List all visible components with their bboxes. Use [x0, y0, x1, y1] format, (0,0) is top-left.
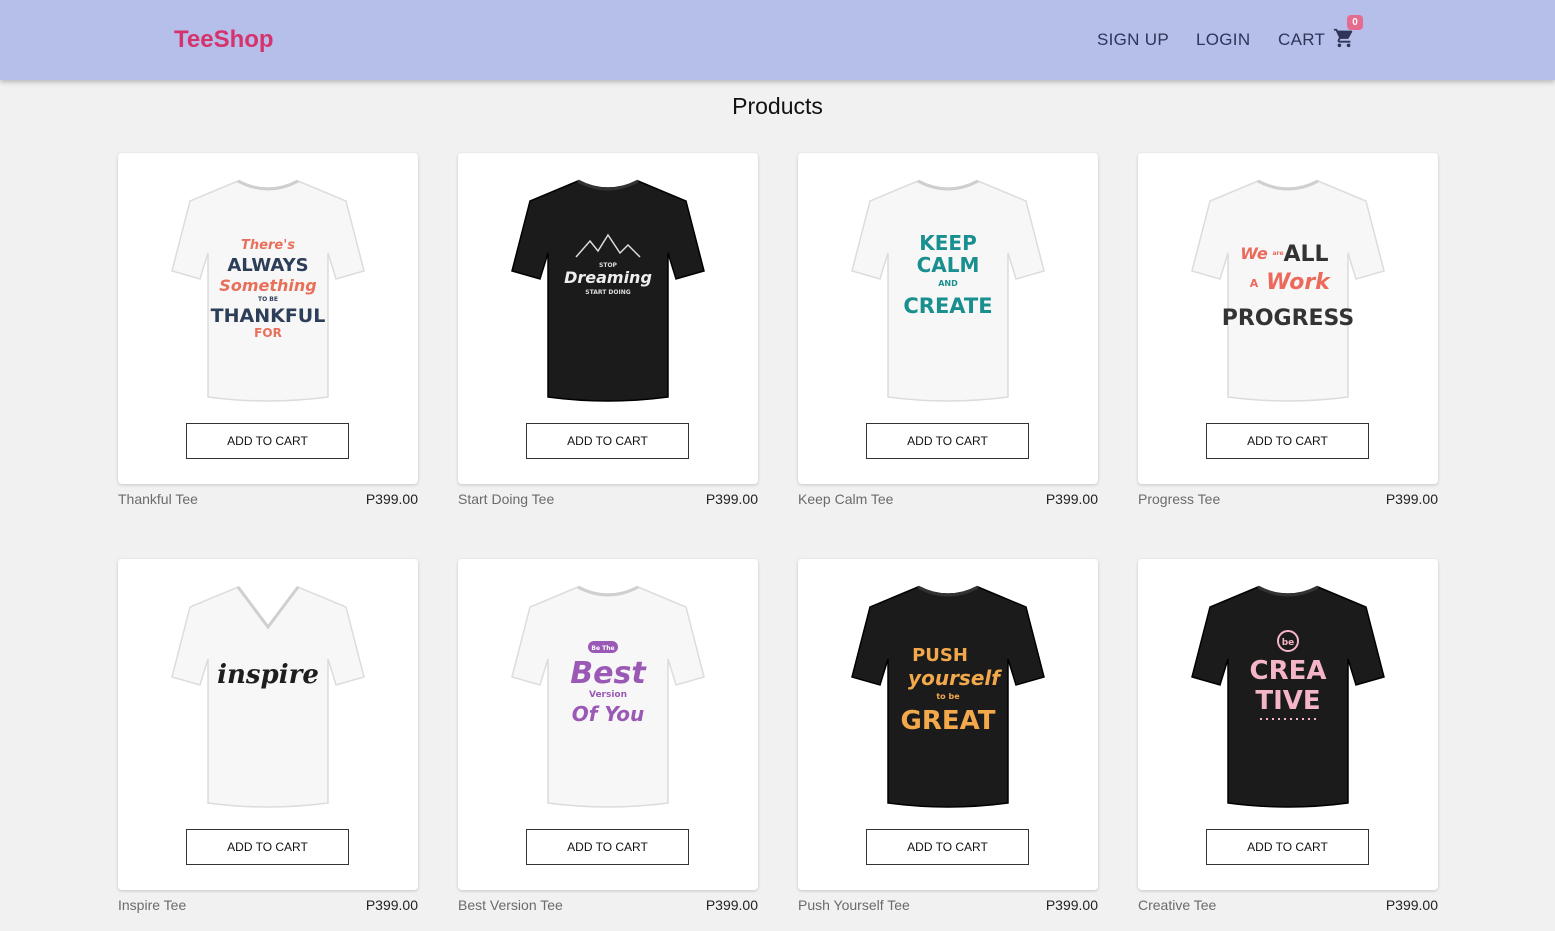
- add-to-cart-button[interactable]: ADD TO CART: [866, 829, 1029, 865]
- product-card: be CREA TIVE ADD TO CART: [1138, 559, 1438, 890]
- product-card: Be The Best Version Of You ADD TO CART: [458, 559, 758, 890]
- print-line: AND: [938, 279, 958, 288]
- print-line: TO BE: [258, 296, 278, 303]
- product-name[interactable]: Push Yourself Tee: [798, 897, 910, 913]
- print-line: Best: [570, 656, 647, 691]
- signup-link[interactable]: SIGN UP: [1097, 30, 1169, 50]
- add-to-cart-button[interactable]: ADD TO CART: [186, 829, 349, 865]
- cart-count-badge: 0: [1347, 15, 1363, 30]
- product-name[interactable]: Start Doing Tee: [458, 491, 554, 507]
- login-link[interactable]: LOGIN: [1196, 30, 1250, 50]
- print-line: START DOING: [585, 289, 630, 296]
- product-price: P399.00: [1385, 897, 1438, 913]
- product-card: STOP Dreaming START DOING ADD TO CART: [458, 153, 758, 484]
- product-card: We are ALL A Work PROGRESS ADD TO CART: [1138, 153, 1438, 484]
- print-line: Dreaming: [564, 268, 652, 287]
- product-name[interactable]: Progress Tee: [1138, 491, 1220, 507]
- product-card: inspire ADD TO CART: [118, 559, 418, 890]
- add-to-cart-button[interactable]: ADD TO CART: [1206, 423, 1369, 459]
- product-card: PUSH yourself to be GREAT ADD TO CART: [798, 559, 1098, 890]
- print-line: CREA: [1250, 656, 1327, 686]
- print-line: FOR: [254, 326, 282, 340]
- page-title: Products: [732, 93, 823, 119]
- tshirt-image[interactable]: KEEP CALM AND CREATE: [848, 173, 1048, 403]
- product-price: P399.00: [705, 897, 758, 913]
- product-name[interactable]: Creative Tee: [1138, 897, 1216, 913]
- tshirt-image[interactable]: be CREA TIVE: [1188, 579, 1388, 809]
- product-price: P399.00: [705, 491, 758, 507]
- print-line: be: [1282, 638, 1295, 648]
- tshirt-image[interactable]: PUSH yourself to be GREAT: [848, 579, 1048, 809]
- product-card: There's ALWAYS Something TO BE THANKFUL …: [118, 153, 418, 484]
- print-line: TIVE: [1255, 686, 1320, 716]
- tshirt-image[interactable]: inspire: [168, 579, 368, 809]
- product-name[interactable]: Keep Calm Tee: [798, 491, 893, 507]
- print-line: CALM: [917, 253, 980, 277]
- tshirt-image[interactable]: Be The Best Version Of You: [508, 579, 708, 809]
- print-line: ALWAYS: [227, 255, 308, 276]
- brand-logo[interactable]: TeeShop: [174, 26, 274, 54]
- print-line: CREATE: [903, 294, 992, 318]
- product-price: P399.00: [365, 491, 418, 507]
- print-line: KEEP: [919, 231, 976, 255]
- tshirt-image[interactable]: We are ALL A Work PROGRESS: [1188, 173, 1388, 403]
- print-line: GREAT: [901, 706, 996, 736]
- add-to-cart-button[interactable]: ADD TO CART: [526, 829, 689, 865]
- add-to-cart-button[interactable]: ADD TO CART: [186, 423, 349, 459]
- tshirt-image[interactable]: STOP Dreaming START DOING: [508, 173, 708, 403]
- print-line: Version: [589, 690, 627, 700]
- print-line: Be The: [591, 645, 614, 652]
- print-line: PUSH: [912, 645, 968, 666]
- print-line: Something: [219, 276, 316, 295]
- product-name[interactable]: Best Version Tee: [458, 897, 563, 913]
- tshirt-image[interactable]: There's ALWAYS Something TO BE THANKFUL …: [168, 173, 368, 403]
- print-line: A: [1250, 277, 1259, 290]
- product-price: P399.00: [1385, 491, 1438, 507]
- print-line: We: [1240, 244, 1268, 263]
- product-price: P399.00: [1045, 491, 1098, 507]
- print-line: PROGRESS: [1222, 306, 1355, 331]
- product-price: P399.00: [365, 897, 418, 913]
- add-to-cart-button[interactable]: ADD TO CART: [526, 423, 689, 459]
- product-name[interactable]: Thankful Tee: [118, 491, 198, 507]
- print-line: Work: [1266, 270, 1331, 295]
- add-to-cart-button[interactable]: ADD TO CART: [1206, 829, 1369, 865]
- product-price: P399.00: [1045, 897, 1098, 913]
- print-line: THANKFUL: [211, 305, 326, 327]
- print-line: yourself: [908, 666, 1002, 690]
- print-line: are: [1272, 250, 1283, 257]
- cart-link[interactable]: CART: [1278, 30, 1325, 50]
- navbar: TeeShop SIGN UP LOGIN CART 0: [0, 0, 1555, 80]
- print-line: ALL: [1283, 242, 1328, 267]
- print-line: Of You: [572, 702, 645, 726]
- print-line: to be: [936, 692, 960, 701]
- product-card: KEEP CALM AND CREATE ADD TO CART: [798, 153, 1098, 484]
- print-line: inspire: [217, 660, 319, 690]
- product-name[interactable]: Inspire Tee: [118, 897, 186, 913]
- add-to-cart-button[interactable]: ADD TO CART: [866, 423, 1029, 459]
- cart-icon[interactable]: [1333, 27, 1355, 49]
- print-line: There's: [241, 238, 295, 253]
